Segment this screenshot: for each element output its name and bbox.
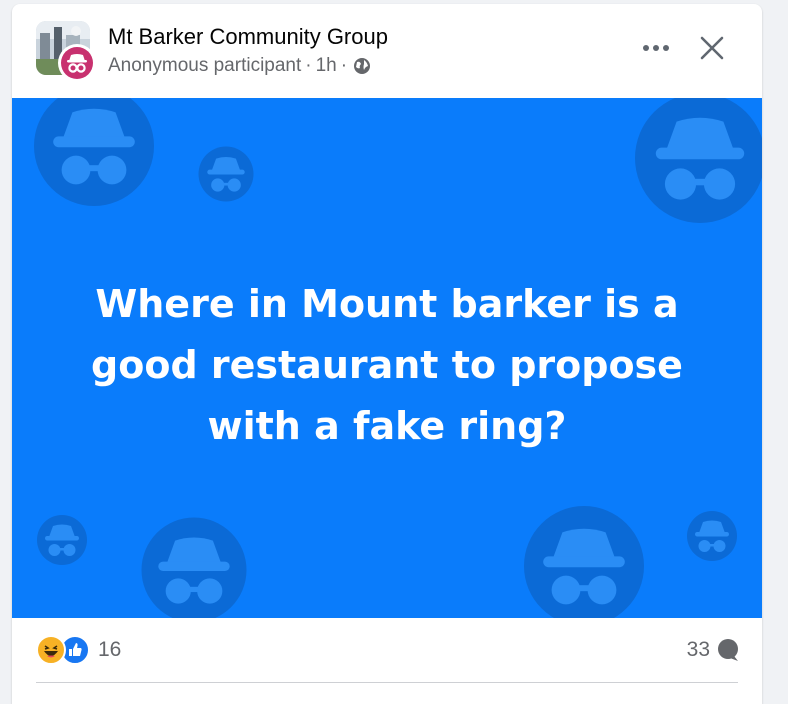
incognito-icon	[635, 98, 762, 223]
comments-summary[interactable]: 33	[687, 634, 740, 666]
incognito-icon	[37, 515, 87, 565]
reactions-summary[interactable]: 16	[36, 634, 121, 666]
group-name-link[interactable]: Mt Barker Community Group	[108, 24, 388, 50]
post-background: Where in Mount barker is a good restaura…	[12, 98, 762, 618]
author-name[interactable]: Anonymous participant	[108, 55, 301, 77]
post-meta: Anonymous participant · 1h ·	[108, 55, 371, 77]
comment-icon	[718, 639, 738, 661]
incognito-icon	[34, 98, 154, 206]
haha-icon	[36, 635, 66, 665]
more-options-icon	[643, 45, 669, 51]
footer-divider	[36, 682, 738, 683]
globe-icon[interactable]	[353, 57, 371, 75]
reaction-count: 16	[98, 638, 122, 661]
post-card: Mt Barker Community Group Anonymous part…	[12, 4, 762, 704]
post-header: Mt Barker Community Group Anonymous part…	[12, 4, 762, 98]
post-text: Where in Mount barker is a good restaura…	[91, 282, 683, 448]
incognito-icon	[67, 54, 87, 73]
incognito-icon	[524, 506, 644, 618]
anonymous-avatar	[58, 44, 96, 82]
meta-separator: ·	[305, 55, 312, 76]
incognito-icon	[141, 517, 247, 618]
incognito-icon	[198, 146, 254, 202]
close-icon	[700, 36, 724, 60]
comment-count: 33	[686, 638, 710, 661]
close-button[interactable]	[692, 28, 732, 68]
post-timestamp[interactable]: 1h	[316, 55, 337, 77]
incognito-icon	[687, 511, 737, 561]
meta-separator-2: ·	[340, 55, 348, 76]
more-options-button[interactable]	[636, 28, 676, 68]
